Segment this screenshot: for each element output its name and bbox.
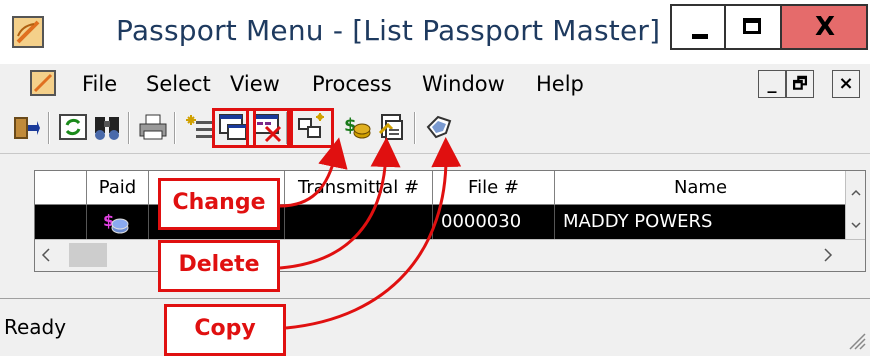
payment-icon[interactable]: $ xyxy=(342,111,372,143)
window-title: Passport Menu - [List Passport Master] xyxy=(116,14,661,47)
column-header-name[interactable]: Name xyxy=(555,171,847,205)
copy-highlight xyxy=(290,108,334,148)
menu-select[interactable]: Select xyxy=(146,72,211,96)
mdi-restore-button[interactable]: 🗗 xyxy=(786,70,814,98)
paid-cell[interactable]: $ xyxy=(87,205,149,239)
column-header-transmittal[interactable]: Transmittal # xyxy=(285,171,433,205)
toolbar-separator xyxy=(128,112,130,144)
document-icon[interactable] xyxy=(30,70,56,96)
content-area: Paid Transmittal # File # Name $ 0000030… xyxy=(0,154,870,298)
report-icon[interactable] xyxy=(378,111,408,143)
toolbar-separator xyxy=(414,112,416,144)
status-bar: Ready xyxy=(0,298,870,356)
resize-grip-icon[interactable] xyxy=(844,328,866,350)
print-icon[interactable] xyxy=(138,111,168,143)
name-cell[interactable]: MADDY POWERS xyxy=(555,205,847,239)
toolbar-separator xyxy=(48,112,50,144)
menu-process[interactable]: Process xyxy=(312,72,392,96)
app-icon xyxy=(12,16,44,48)
vertical-scrollbar[interactable] xyxy=(845,171,865,239)
maximize-button[interactable] xyxy=(726,4,782,50)
mdi-minimize-button[interactable]: _ xyxy=(758,70,786,98)
file-number-cell[interactable]: 0000030 xyxy=(433,205,555,239)
column-header-file[interactable]: File # xyxy=(433,171,555,205)
money-icon: $ xyxy=(103,211,129,234)
main-window: Passport Menu - [List Passport Master] X… xyxy=(0,0,870,356)
maximize-icon xyxy=(743,18,761,34)
menu-view[interactable]: View xyxy=(230,72,280,96)
callout-delete: Delete xyxy=(158,240,280,292)
menu-help[interactable]: Help xyxy=(536,72,584,96)
column-header-selector[interactable] xyxy=(35,171,87,205)
callout-change: Change xyxy=(158,178,280,230)
status-text: Ready xyxy=(4,315,67,339)
minimize-icon xyxy=(692,34,708,39)
table-row[interactable]: $ 0000030 MADDY POWERS xyxy=(35,205,847,239)
menu-window[interactable]: Window xyxy=(422,72,505,96)
close-icon: X xyxy=(814,12,836,42)
title-bar: Passport Menu - [List Passport Master] X xyxy=(0,0,870,64)
toolbar-separator xyxy=(174,112,176,144)
row-selector[interactable] xyxy=(35,205,87,239)
mdi-close-button[interactable]: × xyxy=(832,70,860,98)
menu-bar: File Select View Process Window Help _ 🗗… xyxy=(0,64,870,104)
column-header-paid[interactable]: Paid xyxy=(87,171,149,205)
tag-icon[interactable] xyxy=(424,111,454,143)
callout-copy: Copy xyxy=(164,304,286,356)
toolbar: $ xyxy=(0,104,870,154)
transmittal-cell[interactable] xyxy=(285,205,433,239)
add-icon[interactable] xyxy=(184,111,214,143)
refresh-icon[interactable] xyxy=(58,111,88,143)
close-button[interactable]: X xyxy=(782,4,868,50)
exit-icon[interactable] xyxy=(10,111,40,143)
find-icon[interactable] xyxy=(92,111,122,143)
minimize-button[interactable] xyxy=(670,4,726,50)
delete-highlight xyxy=(246,108,290,148)
menu-file[interactable]: File xyxy=(82,72,117,96)
